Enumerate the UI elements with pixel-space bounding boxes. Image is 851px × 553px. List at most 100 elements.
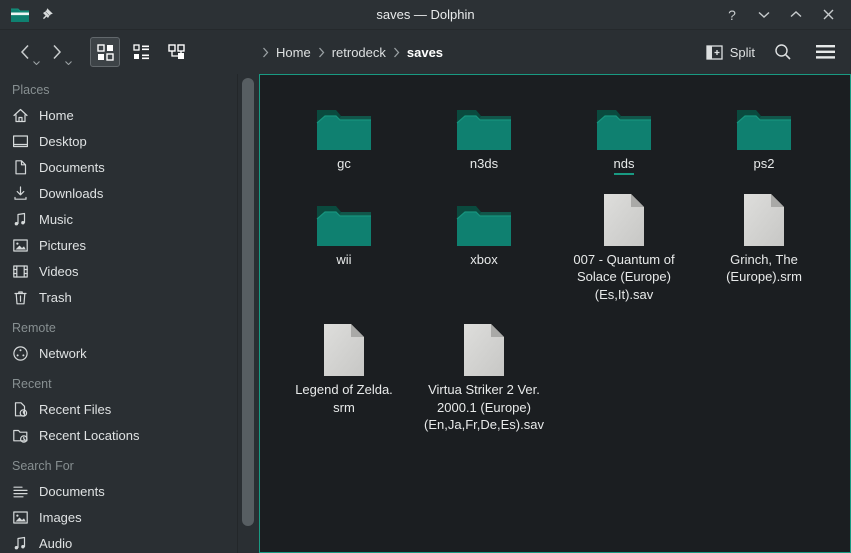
sidebar-item-label: Documents [39,160,105,175]
split-label: Split [730,45,755,60]
file-item-007-quantum-of[interactable]: 007 - Quantum of Solace (Europe) (Es,It)… [554,177,694,308]
file-icon [743,191,785,247]
sidebar-item-music[interactable]: Music [12,206,237,232]
forward-icon [52,44,62,60]
trash-icon [12,289,29,306]
file-icon [463,321,505,377]
file-item-label: n3ds [470,155,498,173]
sidebar-section: Remote Network [12,316,237,366]
maximize-button[interactable] [783,4,809,26]
file-grid: gc n3ds nds ps2 wii xbox [274,81,850,438]
details-view-button[interactable] [126,37,156,67]
scrollbar-thumb[interactable] [242,78,254,526]
back-dropdown-icon [33,61,40,65]
search-icon [774,43,792,61]
close-icon [823,9,834,20]
sidebar-item-label: Trash [39,290,72,305]
desktop-icon [12,133,29,150]
file-item-grinch-the[interactable]: Grinch, The (Europe).srm [694,177,834,290]
file-item-label: xbox [470,251,497,269]
breadcrumb-home[interactable]: Home [276,45,311,60]
music-icon [12,535,29,552]
sidebar-item-desktop[interactable]: Desktop [12,128,237,154]
pin-icon[interactable] [39,7,54,22]
close-button[interactable] [815,4,841,26]
breadcrumb-saves[interactable]: saves [407,45,443,60]
breadcrumb-chevron-icon [262,47,269,58]
sidebar-item-audio[interactable]: Audio [12,530,237,553]
sidebar-item-label: Pictures [39,238,86,253]
minimize-icon [758,11,770,18]
folder-item-xbox[interactable]: xbox [414,177,554,273]
folder-view[interactable]: gc n3ds nds ps2 wii xbox [259,74,851,553]
file-item-label: ps2 [754,155,775,173]
file-item-legend-of-zelda[interactable]: Legend of Zelda. srm [274,307,414,420]
sidebar-item-documents[interactable]: Documents [12,478,237,504]
file-item-label: gc [337,155,351,173]
places-panel: Places Home Desktop Documents Downloads … [0,74,238,553]
maximize-icon [790,11,802,18]
sidebar-item-recent-files[interactable]: Recent Files [12,396,237,422]
breadcrumb: Home retrodeck saves [262,30,443,74]
folder-item-n3ds[interactable]: n3ds [414,81,554,177]
sidebar-item-label: Audio [39,536,72,551]
sidebar-section-title: Search For [12,454,237,478]
icons-view-icon [97,44,114,61]
search-button[interactable] [769,38,797,66]
image-icon [12,237,29,254]
sidebar-item-recent-locations[interactable]: Recent Locations [12,422,237,448]
sidebar-item-label: Downloads [39,186,103,201]
split-button[interactable]: Split [706,45,755,60]
lines-icon [12,483,29,500]
breadcrumb-retrodeck[interactable]: retrodeck [332,45,386,60]
icons-view-button[interactable] [90,37,120,67]
dolphin-window: saves — Dolphin ? [0,0,851,553]
sidebar-item-home[interactable]: Home [12,102,237,128]
sidebar-item-label: Home [39,108,74,123]
help-button[interactable]: ? [719,4,745,26]
folder-icon [316,95,372,151]
sidebar-item-label: Documents [39,484,105,499]
folder-icon [736,95,792,151]
sidebar-item-label: Images [39,510,82,525]
folder-item-nds[interactable]: nds [554,81,694,177]
forward-dropdown-icon [65,61,72,65]
sidebar-item-documents[interactable]: Documents [12,154,237,180]
folder-item-ps2[interactable]: ps2 [694,81,834,177]
sidebar-item-trash[interactable]: Trash [12,284,237,310]
sidebar-item-label: Network [39,346,87,361]
back-button[interactable] [12,38,38,66]
document-icon [12,159,29,176]
forward-button[interactable] [44,38,70,66]
folder-item-wii[interactable]: wii [274,177,414,273]
breadcrumb-chevron-icon [318,47,325,58]
sidebar-item-network[interactable]: Network [12,340,237,366]
minimize-button[interactable] [751,4,777,26]
file-item-label: Grinch, The (Europe).srm [726,251,802,286]
details-view-icon [133,44,150,61]
sidebar-item-downloads[interactable]: Downloads [12,180,237,206]
sidebar-item-pictures[interactable]: Pictures [12,232,237,258]
tree-view-button[interactable] [162,37,192,67]
folder-icon [596,95,652,151]
dolphin-app-icon [10,7,30,23]
folder-icon [456,95,512,151]
sidebar-item-label: Desktop [39,134,87,149]
file-item-virtua-striker-2-ver[interactable]: Virtua Striker 2 Ver. 2000.1 (Europe) (E… [414,307,554,438]
sidebar-section-title: Remote [12,316,237,340]
split-icon [706,45,723,60]
toolbar: Home retrodeck saves Split [0,30,851,74]
file-item-label: 007 - Quantum of Solace (Europe) (Es,It)… [573,251,674,304]
folder-icon [316,191,372,247]
breadcrumb-chevron-icon [393,47,400,58]
folder-icon [456,191,512,247]
sidebar-item-label: Recent Files [39,402,111,417]
file-item-label: nds [614,155,635,173]
folder-item-gc[interactable]: gc [274,81,414,177]
menu-button[interactable] [811,38,839,66]
sidebar-item-videos[interactable]: Videos [12,258,237,284]
file-item-label: wii [336,251,351,269]
sidebar-scrollbar [238,74,259,553]
file-icon [603,191,645,247]
sidebar-item-images[interactable]: Images [12,504,237,530]
